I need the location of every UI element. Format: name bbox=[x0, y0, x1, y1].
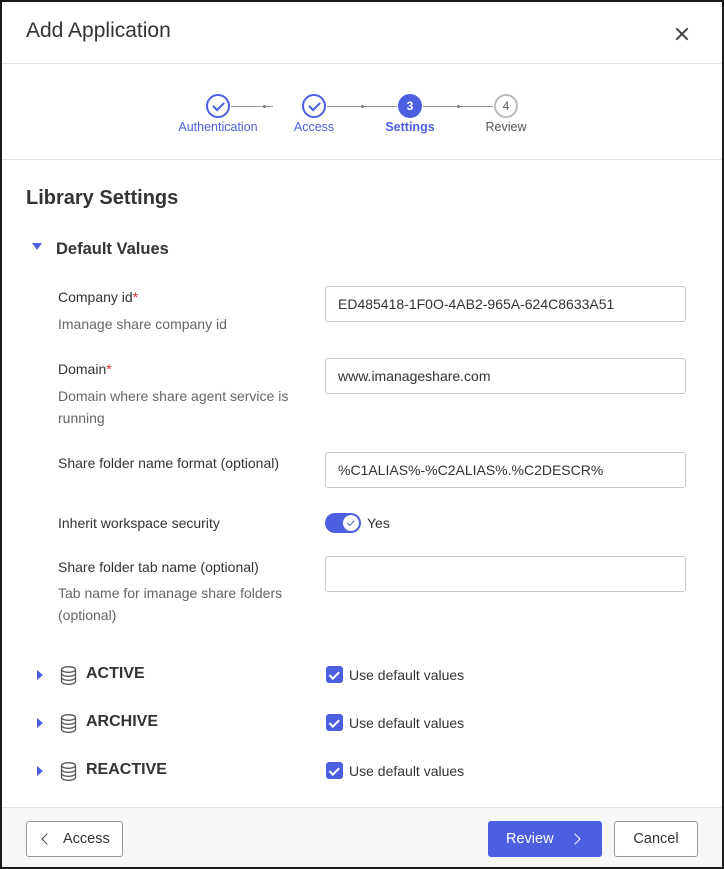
use-defaults-label[interactable]: Use default values bbox=[349, 763, 464, 779]
review-button[interactable]: Review bbox=[488, 821, 602, 857]
company-id-input[interactable] bbox=[325, 286, 686, 322]
cancel-button[interactable]: Cancel bbox=[614, 821, 698, 857]
expand-caret-icon[interactable] bbox=[37, 718, 43, 728]
toggle-state-text: Yes bbox=[367, 515, 390, 531]
add-application-dialog: Add Application Authentication Access 3 … bbox=[0, 0, 724, 869]
database-icon bbox=[60, 762, 77, 781]
folder-format-label: Share folder name format (optional) bbox=[58, 455, 279, 471]
domain-input[interactable] bbox=[325, 358, 686, 394]
step-1-check-icon[interactable] bbox=[206, 94, 230, 118]
expand-caret-icon[interactable] bbox=[37, 766, 43, 776]
step-1-label[interactable]: Authentication bbox=[178, 120, 257, 134]
step-connector-dot bbox=[263, 105, 266, 108]
stepper: Authentication Access 3 Settings 4 Revie… bbox=[2, 64, 722, 160]
expand-caret-icon[interactable] bbox=[37, 670, 43, 680]
inherit-security-label: Inherit workspace security bbox=[58, 515, 220, 531]
domain-label: Domain* bbox=[58, 361, 112, 377]
step-3-label: Settings bbox=[385, 120, 435, 134]
database-icon bbox=[60, 714, 77, 733]
domain-help: Domain where share agent service is runn… bbox=[58, 388, 289, 426]
use-defaults-checkbox[interactable] bbox=[326, 714, 343, 731]
chevron-right-icon bbox=[569, 833, 581, 845]
cancel-button-label: Cancel bbox=[633, 831, 679, 847]
library-name[interactable]: ARCHIVE bbox=[86, 713, 158, 731]
step-connector-dot bbox=[457, 105, 460, 108]
step-connector-dot bbox=[361, 105, 364, 108]
use-defaults-checkbox[interactable] bbox=[326, 762, 343, 779]
tab-name-label: Share folder tab name (optional) bbox=[58, 559, 259, 575]
use-defaults-label[interactable]: Use default values bbox=[349, 667, 464, 683]
dialog-title: Add Application bbox=[26, 19, 171, 42]
step-connector bbox=[231, 106, 273, 107]
section-title: Library Settings bbox=[26, 187, 179, 209]
library-name[interactable]: ACTIVE bbox=[86, 665, 145, 683]
step-2-check-icon[interactable] bbox=[302, 94, 326, 118]
folder-format-input[interactable] bbox=[325, 452, 686, 488]
database-icon bbox=[60, 666, 77, 685]
back-button[interactable]: Access bbox=[26, 821, 123, 857]
required-mark: * bbox=[132, 289, 139, 305]
group-title[interactable]: Default Values bbox=[56, 240, 169, 259]
company-id-label: Company id* bbox=[58, 289, 139, 305]
dialog-footer: Access Review Cancel bbox=[2, 807, 722, 867]
close-icon[interactable] bbox=[672, 24, 692, 44]
review-button-label: Review bbox=[506, 831, 554, 847]
toggle-check-icon bbox=[343, 515, 359, 531]
inherit-security-toggle[interactable] bbox=[325, 513, 361, 533]
step-4-circle: 4 bbox=[494, 94, 518, 118]
use-defaults-label[interactable]: Use default values bbox=[349, 715, 464, 731]
tab-name-input[interactable] bbox=[325, 556, 686, 592]
dialog-header: Add Application bbox=[2, 2, 722, 64]
library-name[interactable]: REACTIVE bbox=[86, 761, 167, 779]
collapse-caret-icon[interactable] bbox=[32, 243, 42, 250]
chevron-left-icon bbox=[41, 833, 53, 845]
tab-name-help: Tab name for imanage share folders (opti… bbox=[58, 585, 283, 623]
company-id-help: Imanage share company id bbox=[58, 316, 227, 332]
step-2-label[interactable]: Access bbox=[294, 120, 334, 134]
use-defaults-checkbox[interactable] bbox=[326, 666, 343, 683]
step-3-circle: 3 bbox=[398, 94, 422, 118]
required-mark: * bbox=[106, 361, 112, 377]
back-button-label: Access bbox=[63, 831, 110, 847]
step-4-label: Review bbox=[485, 120, 527, 134]
